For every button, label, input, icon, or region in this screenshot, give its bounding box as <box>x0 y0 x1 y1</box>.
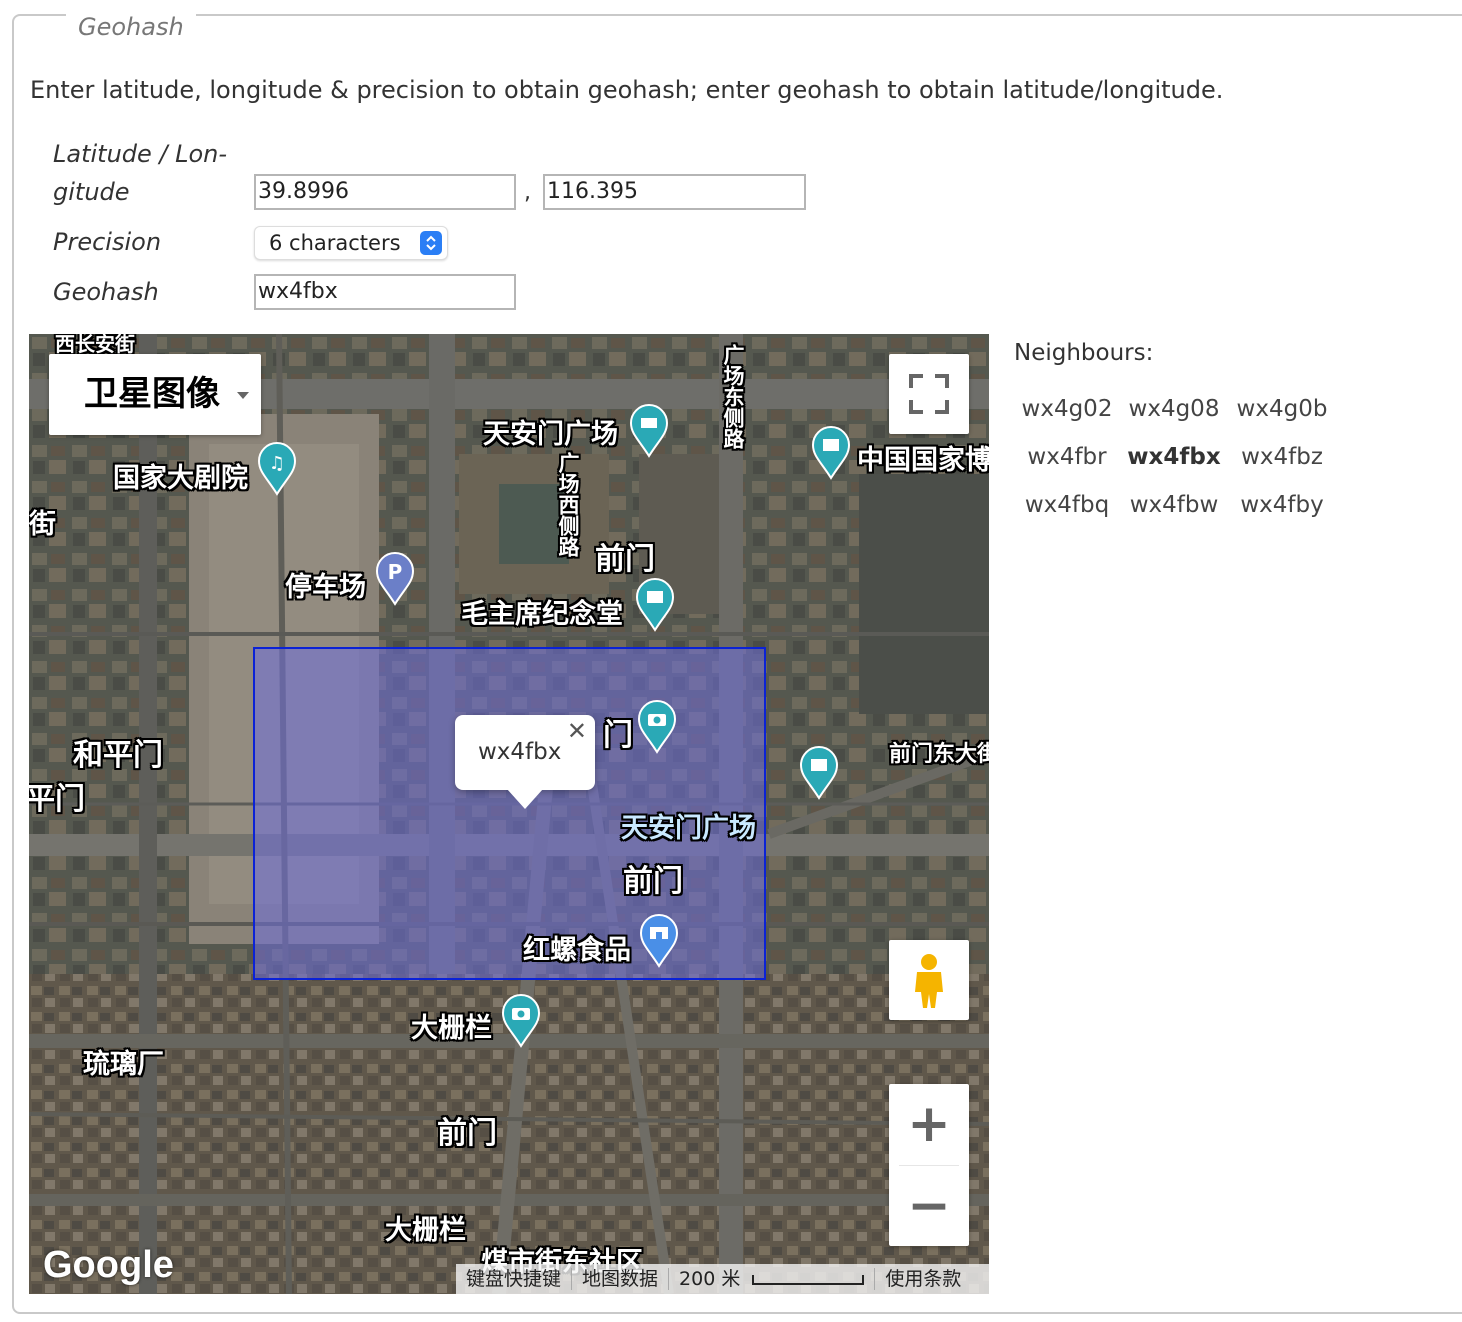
geohash-input[interactable]: wx4fbx <box>254 274 516 310</box>
museum-pin-icon[interactable] <box>811 426 851 480</box>
neighbour-se[interactable]: wx4fby <box>1228 488 1336 522</box>
map-data-link[interactable]: 地图数据 <box>572 1268 670 1290</box>
chevron-down-icon <box>237 392 249 399</box>
label-heping: 和平门 <box>73 738 163 773</box>
photo-spot-pin-2-icon[interactable] <box>501 994 541 1048</box>
info-window-text: wx4fbx <box>478 739 562 765</box>
info-window-tail <box>507 789 543 809</box>
latlon-label-line2: gitude <box>53 178 130 206</box>
google-logo: Google <box>43 1244 174 1286</box>
label-qianmen-top: 前门 <box>595 542 655 577</box>
scale-label: 200 米 <box>679 1268 741 1290</box>
geohash-info-window: wx4fbx ✕ <box>455 715 595 809</box>
label-dashilan-bottom: 大栅栏 <box>385 1215 466 1246</box>
map-type-button[interactable]: 卫星图像 <box>49 354 261 435</box>
street-view-pegman-button[interactable] <box>889 940 969 1020</box>
svg-text:♫: ♫ <box>269 453 285 474</box>
photo-spot-pin-icon[interactable] <box>637 700 677 754</box>
neighbour-w[interactable]: wx4fbr <box>1014 440 1120 474</box>
label-guangchang-west: 广场西侧路 <box>556 452 580 557</box>
label-hongluo: 红螺食品 <box>523 935 631 966</box>
neighbour-ne[interactable]: wx4g0b <box>1228 392 1336 426</box>
label-dashilan-top: 大栅栏 <box>411 1013 492 1044</box>
map-type-label: 卫星图像 <box>84 374 220 414</box>
fieldset-legend: Geohash <box>66 12 196 42</box>
memorial-pin-icon[interactable] <box>635 578 675 632</box>
pegman-icon <box>915 954 943 1008</box>
label-qianmen-bottom: 前门 <box>437 1116 497 1151</box>
neighbours-title: Neighbours: <box>1014 340 1154 366</box>
zoom-control: + − <box>889 1084 969 1246</box>
neighbour-center: wx4fbx <box>1127 444 1221 470</box>
neighbour-e[interactable]: wx4fbz <box>1228 440 1336 474</box>
precision-label: Precision <box>53 228 162 256</box>
label-tiananmen-square-2: 天安门广场 <box>621 813 756 844</box>
neighbour-sw[interactable]: wx4fbq <box>1014 488 1120 522</box>
music-venue-pin-icon[interactable]: ♫ <box>257 442 297 496</box>
label-guangchang-east: 广场东侧路 <box>721 344 745 449</box>
label-jie: 街 <box>29 509 56 540</box>
latlon-separator: , <box>524 180 531 205</box>
close-icon[interactable]: ✕ <box>567 717 587 745</box>
label-qianmen-mid: 前门 <box>623 864 683 899</box>
label-men-partial: 门 <box>603 718 633 753</box>
label-ping-men: 平门 <box>29 782 85 817</box>
geohash-label: Geohash <box>53 278 159 306</box>
svg-text:P: P <box>388 560 403 584</box>
map-view[interactable]: 西长安街 天安门广场 广场东侧路 广场西侧路 中国国家博 国家大剧院 街 前门 … <box>29 334 989 1294</box>
label-national-theater: 国家大剧院 <box>113 463 248 494</box>
keyboard-shortcuts-link[interactable]: 键盘快捷键 <box>456 1268 573 1290</box>
label-mao-memorial: 毛主席纪念堂 <box>461 599 623 630</box>
neighbour-s[interactable]: wx4fbw <box>1120 488 1228 522</box>
museum-pin-2-icon[interactable] <box>799 746 839 800</box>
zoom-in-button[interactable]: + <box>889 1084 969 1164</box>
fullscreen-icon <box>909 374 949 414</box>
scale-bar-graphic <box>752 1274 865 1285</box>
shop-pin-icon[interactable] <box>639 914 679 968</box>
label-parking: 停车场 <box>285 572 366 603</box>
latlon-label-line1: Latitude / Lon- <box>53 140 228 168</box>
label-qianmen-east: 前门东大街 <box>889 742 989 767</box>
scale-bar[interactable]: 200 米 <box>669 1268 876 1290</box>
label-liulichang: 琉璃厂 <box>83 1049 164 1080</box>
terms-link[interactable]: 使用条款 <box>875 1268 971 1290</box>
zoom-out-button[interactable]: − <box>889 1166 969 1246</box>
intro-text: Enter latitude, longitude & precision to… <box>30 76 1224 104</box>
precision-select[interactable]: 6 characters <box>254 226 448 260</box>
map-footer: 键盘快捷键 地图数据 200 米 使用条款 <box>456 1264 989 1294</box>
attraction-pin-icon[interactable] <box>629 404 669 458</box>
fullscreen-button[interactable] <box>889 354 969 434</box>
parking-pin-icon[interactable]: P <box>375 552 415 606</box>
neighbour-nw[interactable]: wx4g02 <box>1014 392 1120 426</box>
precision-select-value: 6 characters <box>269 231 401 255</box>
label-national-museum: 中国国家博 <box>857 445 989 476</box>
label-tiananmen-square: 天安门广场 <box>483 419 618 450</box>
neighbour-n[interactable]: wx4g08 <box>1120 392 1228 426</box>
neighbours-grid: wx4g02 wx4g08 wx4g0b wx4fbr wx4fbx wx4fb… <box>1014 392 1336 522</box>
select-arrows-icon <box>420 231 442 255</box>
longitude-input[interactable]: 116.395 <box>543 174 806 210</box>
latitude-input[interactable]: 39.8996 <box>254 174 516 210</box>
